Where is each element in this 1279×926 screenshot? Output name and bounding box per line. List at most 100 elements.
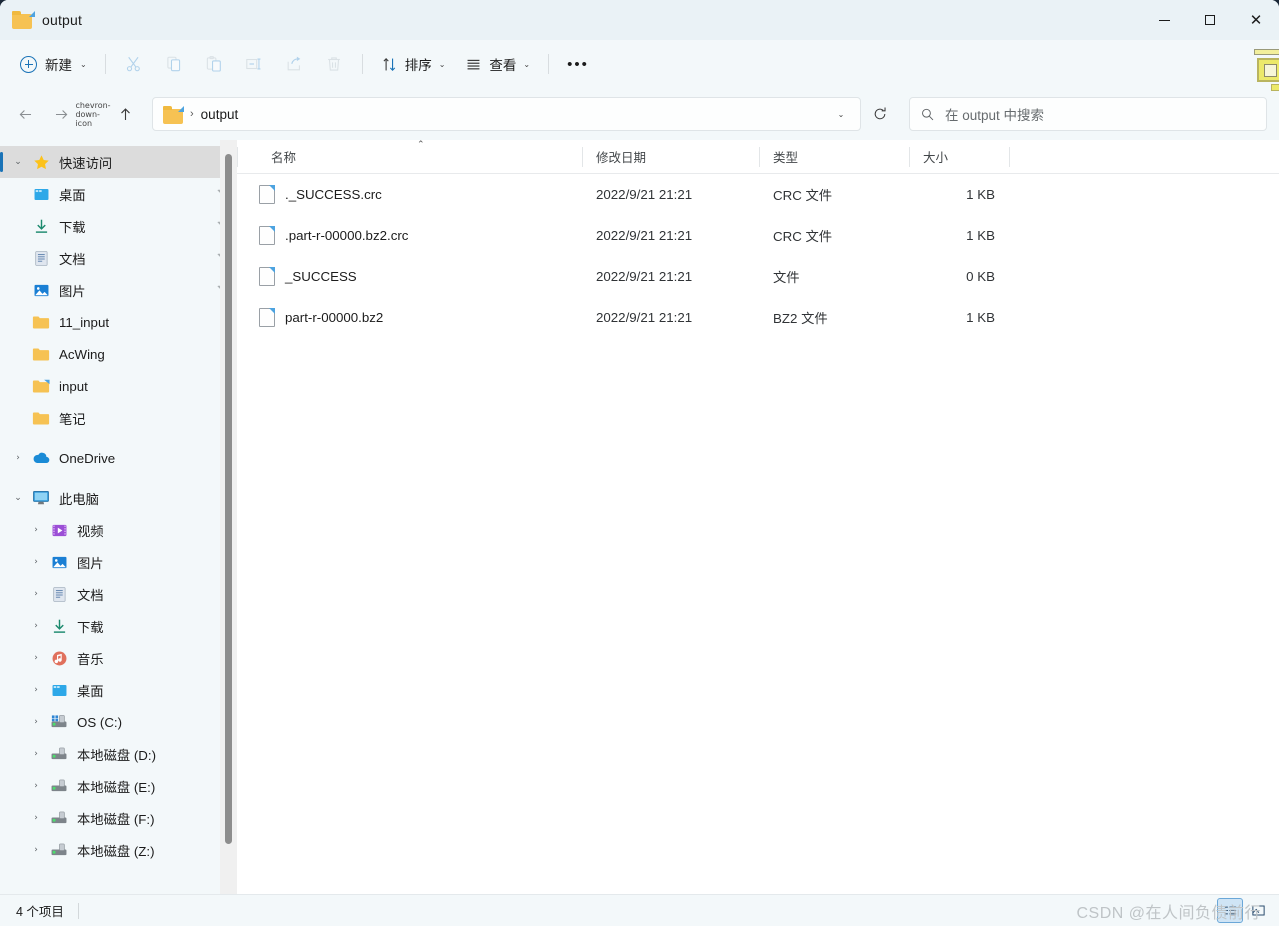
new-button[interactable]: 新建 ⌄ bbox=[10, 48, 97, 80]
refresh-button[interactable] bbox=[863, 98, 897, 130]
sidebar-item-downloads[interactable]: 下载 bbox=[0, 210, 237, 242]
chevron-down-icon: ⌄ bbox=[80, 59, 87, 69]
close-button[interactable]: ✕ bbox=[1233, 0, 1279, 40]
sidebar-item-drive-d[interactable]: › 本地磁盘 (D:) bbox=[0, 738, 237, 770]
file-name: part-r-00000.bz2 bbox=[285, 310, 384, 325]
sidebar-item-pictures-pc[interactable]: › 图片 bbox=[0, 546, 237, 578]
sidebar-scrollbar-thumb[interactable] bbox=[225, 154, 232, 844]
file-name: _SUCCESS bbox=[285, 269, 357, 284]
file-type-cell: CRC 文件 bbox=[773, 229, 833, 244]
chevron-right-icon[interactable]: › bbox=[24, 589, 48, 599]
sidebar-item-videos[interactable]: › 视频 bbox=[0, 514, 237, 546]
recent-locations-button[interactable]: chevron-down-icon bbox=[75, 98, 110, 130]
navigation-pane[interactable]: ⌄ 快速访问 桌面 下载 文档 图片 11_input AcWing input… bbox=[0, 140, 237, 894]
back-button[interactable] bbox=[8, 98, 42, 130]
column-header-size[interactable]: 大小 bbox=[909, 140, 1009, 174]
chevron-right-icon[interactable]: › bbox=[6, 453, 30, 463]
chevron-right-icon[interactable]: › bbox=[24, 525, 48, 535]
cut-button[interactable] bbox=[114, 48, 154, 80]
breadcrumb-output[interactable]: output bbox=[201, 107, 239, 122]
chevron-down-icon: ⌄ bbox=[438, 59, 446, 69]
sidebar-item-11-input[interactable]: 11_input bbox=[0, 306, 237, 338]
details-view-button[interactable] bbox=[1217, 898, 1243, 923]
sidebar-item-label: input bbox=[59, 378, 88, 394]
search-input[interactable]: 在 output 中搜索 bbox=[945, 104, 1044, 124]
sidebar-item-pictures[interactable]: 图片 bbox=[0, 274, 237, 306]
file-icon bbox=[259, 185, 275, 204]
chevron-right-icon[interactable]: › bbox=[24, 717, 48, 727]
view-button[interactable]: 查看 ⌄ bbox=[455, 48, 540, 80]
sidebar-item-input[interactable]: input bbox=[0, 370, 237, 402]
sidebar-item-label: 本地磁盘 (E:) bbox=[77, 779, 156, 795]
chevron-right-icon[interactable]: › bbox=[24, 813, 48, 823]
chevron-down-icon[interactable]: ⌄ bbox=[6, 157, 30, 167]
file-date-cell: 2022/9/21 21:21 bbox=[596, 269, 693, 284]
chevron-right-icon[interactable]: › bbox=[24, 621, 48, 631]
column-header-spacer[interactable] bbox=[1009, 140, 1279, 174]
table-row[interactable]: _SUCCESS 2022/9/21 21:21 文件 0 KB bbox=[237, 256, 1279, 297]
column-header-name[interactable]: 名称 bbox=[237, 140, 582, 174]
sidebar-item-documents-pc[interactable]: › 文档 bbox=[0, 578, 237, 610]
chevron-right-icon[interactable]: › bbox=[24, 557, 48, 567]
drive-icon bbox=[48, 778, 70, 794]
sidebar-item-os-drive-c[interactable]: › OS (C:) bbox=[0, 706, 237, 738]
address-bar[interactable]: › output ⌄ bbox=[152, 97, 861, 131]
download-icon bbox=[48, 618, 70, 635]
copy-button[interactable] bbox=[154, 48, 194, 80]
up-button[interactable] bbox=[108, 98, 142, 130]
sidebar-item-drive-f[interactable]: › 本地磁盘 (F:) bbox=[0, 802, 237, 834]
delete-button[interactable] bbox=[314, 48, 354, 80]
more-options-button[interactable]: ••• bbox=[557, 48, 599, 80]
sidebar-item-label: 本地磁盘 (D:) bbox=[77, 747, 157, 763]
toolbar-divider-3 bbox=[548, 54, 550, 74]
sidebar-scrollbar-track[interactable] bbox=[220, 140, 237, 894]
chevron-right-icon[interactable]: › bbox=[24, 781, 48, 791]
minimize-button[interactable] bbox=[1141, 0, 1187, 40]
sidebar-item-notes[interactable]: 笔记 bbox=[0, 402, 237, 434]
view-mode-toggles bbox=[1217, 898, 1271, 923]
column-headers: ⌃ 名称 修改日期 类型 大小 bbox=[237, 140, 1279, 174]
arrow-right-icon bbox=[55, 109, 67, 119]
chevron-right-icon[interactable]: › bbox=[24, 685, 48, 695]
sidebar-item-desktop[interactable]: 桌面 bbox=[0, 178, 237, 210]
main-body: ⌄ 快速访问 桌面 下载 文档 图片 11_input AcWing input… bbox=[0, 140, 1279, 894]
table-row[interactable]: .part-r-00000.bz2.crc 2022/9/21 21:21 CR… bbox=[237, 215, 1279, 256]
chevron-right-icon[interactable]: › bbox=[24, 749, 48, 759]
sidebar-item-label: 笔记 bbox=[59, 411, 86, 427]
chevron-right-icon[interactable]: › bbox=[24, 845, 48, 855]
sidebar-item-onedrive[interactable]: › OneDrive bbox=[0, 442, 237, 474]
sort-button[interactable]: 排序 ⌄ bbox=[371, 48, 456, 80]
sidebar-item-documents[interactable]: 文档 bbox=[0, 242, 237, 274]
chevron-right-icon[interactable]: › bbox=[24, 653, 48, 663]
file-date-cell: 2022/9/21 21:21 bbox=[596, 310, 693, 325]
file-date-cell: 2022/9/21 21:21 bbox=[596, 228, 693, 243]
sidebar-item-desktop-pc[interactable]: › 桌面 bbox=[0, 674, 237, 706]
sidebar-item-drive-e[interactable]: › 本地磁盘 (E:) bbox=[0, 770, 237, 802]
folder-icon bbox=[30, 411, 52, 426]
column-header-date[interactable]: 修改日期 bbox=[582, 140, 759, 174]
search-box[interactable]: 在 output 中搜索 bbox=[909, 97, 1267, 131]
sidebar-item-drive-z[interactable]: › 本地磁盘 (Z:) bbox=[0, 834, 237, 866]
table-row[interactable]: ._SUCCESS.crc 2022/9/21 21:21 CRC 文件 1 K… bbox=[237, 174, 1279, 215]
chevron-down-icon[interactable]: ⌄ bbox=[6, 493, 30, 503]
sidebar-group-quick-access[interactable]: ⌄ 快速访问 bbox=[0, 146, 237, 178]
share-icon bbox=[287, 56, 301, 71]
column-header-type[interactable]: 类型 bbox=[759, 140, 909, 174]
sidebar-item-label: OneDrive bbox=[59, 450, 116, 466]
forward-button[interactable] bbox=[44, 98, 78, 130]
sidebar-item-music[interactable]: › 音乐 bbox=[0, 642, 237, 674]
sidebar-item-downloads-pc[interactable]: › 下载 bbox=[0, 610, 237, 642]
large-icons-view-button[interactable] bbox=[1245, 898, 1271, 923]
window-title: output bbox=[42, 12, 83, 28]
table-row[interactable]: part-r-00000.bz2 2022/9/21 21:21 BZ2 文件 … bbox=[237, 297, 1279, 338]
onedrive-icon bbox=[30, 451, 52, 465]
sidebar-item-this-pc[interactable]: ⌄ 此电脑 bbox=[0, 482, 237, 514]
maximize-button[interactable] bbox=[1187, 0, 1233, 40]
chevron-down-icon: chevron-down-icon bbox=[75, 100, 111, 128]
address-dropdown-button[interactable]: ⌄ bbox=[828, 100, 854, 128]
sidebar-item-acwing[interactable]: AcWing bbox=[0, 338, 237, 370]
sidebar-item-label: 文档 bbox=[77, 587, 104, 603]
share-button[interactable] bbox=[274, 48, 314, 80]
paste-button[interactable] bbox=[194, 48, 234, 80]
rename-button[interactable] bbox=[234, 48, 274, 80]
